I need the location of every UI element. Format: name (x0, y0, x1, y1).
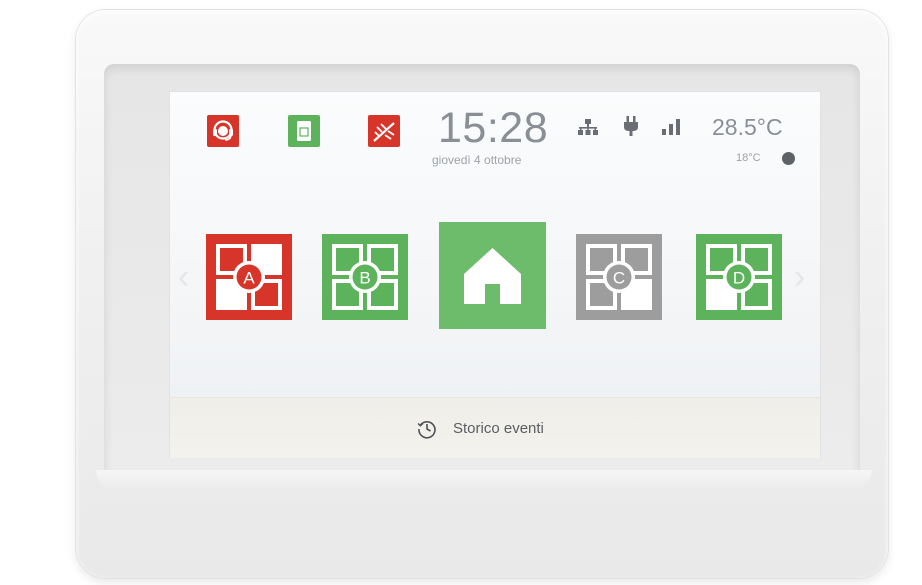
partition-d-button[interactable]: D (696, 234, 782, 320)
partition-a-button[interactable]: A (206, 234, 292, 320)
event-history-button[interactable]: Storico eventi (170, 397, 820, 458)
scroll-right-icon[interactable]: › (794, 260, 805, 294)
housing-lip (96, 470, 872, 488)
operator-headset-icon[interactable] (207, 115, 239, 147)
partition-a-letter: A (243, 269, 255, 288)
signal-strength-icon (662, 119, 680, 135)
power-plug-icon (623, 116, 639, 136)
home-button[interactable] (439, 222, 546, 329)
partition-b-letter: B (359, 269, 370, 288)
partition-c-button[interactable]: C (576, 234, 662, 320)
partition-b-button[interactable]: B (322, 234, 408, 320)
outdoor-temperature: 18°C (736, 152, 761, 164)
tamper-icon[interactable] (368, 115, 400, 147)
clock-icon (417, 419, 437, 439)
clock-date: giovedì 4 ottobre (432, 153, 522, 167)
touch-screen: 15:28 giovedì 4 ottobre 28.5°C 18°C ‹ › … (170, 92, 820, 458)
home-icon (464, 248, 521, 304)
clock-time: 15:28 (438, 104, 549, 152)
weather-icon (782, 152, 795, 165)
partition-d-letter: D (733, 269, 745, 288)
scroll-left-icon[interactable]: ‹ (178, 260, 189, 294)
partition-c-letter: C (613, 269, 625, 288)
indoor-temperature: 28.5°C (712, 114, 783, 140)
network-icon (578, 119, 598, 135)
sim-card-icon[interactable] (288, 115, 320, 147)
event-history-label: Storico eventi (453, 420, 544, 437)
